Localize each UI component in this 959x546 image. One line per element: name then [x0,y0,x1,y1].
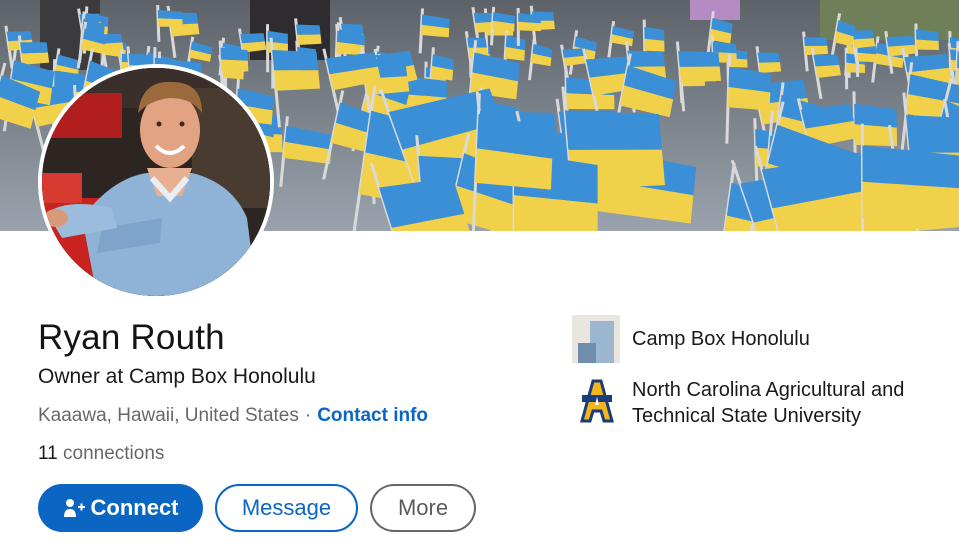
add-person-icon [63,497,85,519]
location-row: Kaaawa, Hawaii, United States · Contact in… [38,405,428,427]
current-company-link[interactable]: Camp Box Honolulu [572,315,932,363]
connections-count: 11 connections [38,443,164,465]
more-button-label: More [397,495,449,520]
education-school-link[interactable]: North Carolina Agricultural and Technica… [572,377,932,429]
connections-label: connections [63,443,165,464]
profile-photo[interactable] [38,64,274,300]
profile-location: Kaaawa, Hawaii, United States [38,405,299,426]
contact-info-link[interactable]: Contact info [317,405,428,426]
message-button[interactable]: Message [215,484,358,532]
profile-name: Ryan Routh [38,318,225,357]
school-name: North Carolina Agricultural and Technica… [632,379,905,427]
more-button[interactable]: More [370,484,476,532]
connect-button[interactable]: Connect [38,484,203,532]
profile-headline: Owner at Camp Box Honolulu [38,365,316,388]
message-button-label: Message [241,495,332,520]
location-separator: · [304,405,312,426]
company-name: Camp Box Honolulu [632,328,810,350]
connect-button-label: Connect [90,495,179,520]
company-placeholder-icon [572,315,620,363]
aggie-university-logo [572,377,620,425]
profile-card: Ryan Routh Owner at Camp Box Honolulu Ka… [0,0,959,546]
connections-number: 11 [38,443,58,464]
